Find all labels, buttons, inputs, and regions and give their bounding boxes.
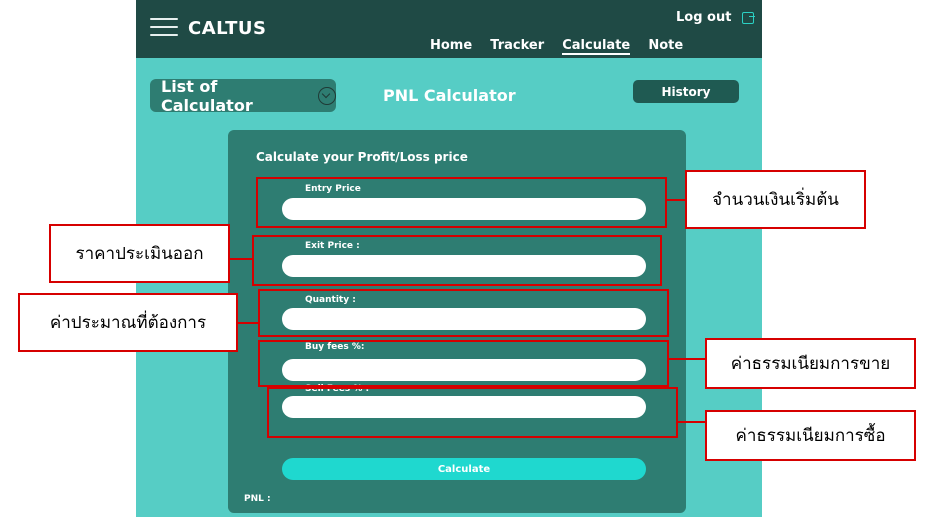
hamburger-menu-icon[interactable] (150, 18, 178, 36)
entry-annotation: จำนวนเงินเริ่มต้น (685, 170, 866, 229)
nav-calculate[interactable]: Calculate (562, 38, 631, 55)
main-nav: Home Tracker Calculate Note (430, 34, 696, 55)
quantity-connector (238, 322, 258, 324)
nav-home[interactable]: Home (430, 38, 472, 53)
nav-tracker[interactable]: Tracker (490, 38, 544, 53)
calculate-button[interactable]: Calculate (282, 458, 646, 480)
entry-connector (667, 199, 685, 201)
card-title: Calculate your Profit/Loss price (256, 150, 468, 164)
history-button[interactable]: History (633, 80, 739, 103)
logout-label: Log out (676, 10, 732, 25)
chevron-down-icon (318, 86, 336, 105)
nav-note[interactable]: Note (648, 38, 683, 53)
quantity-highlight (258, 289, 669, 337)
pnl-result-label: PNL : (244, 494, 271, 504)
quantity-annotation: ค่าประมาณที่ต้องการ (18, 293, 238, 352)
top-navbar: CALTUS Log out Home Tracker Calculate No… (136, 0, 762, 58)
exit-price-highlight (252, 235, 662, 286)
exit-annotation: ราคาประเมินออก (49, 224, 230, 283)
buy-fees-highlight (258, 340, 669, 387)
sell-fees-highlight (267, 387, 678, 438)
buy-fees-annotation: ค่าธรรมเนียมการขาย (705, 338, 916, 389)
sell-fees-annotation: ค่าธรรมเนียมการซื้อ (705, 410, 916, 461)
entry-price-highlight (256, 177, 667, 228)
list-of-calculator-label: List of Calculator (161, 76, 253, 115)
exit-connector (230, 258, 252, 260)
page-title: PNL Calculator (383, 86, 516, 105)
buy-fees-connector (669, 358, 705, 360)
list-of-calculator-dropdown[interactable]: List of Calculator (150, 76, 336, 115)
logout-button[interactable]: Log out (676, 10, 755, 25)
sell-fees-connector (678, 421, 705, 423)
app-logo: CALTUS (188, 18, 267, 39)
logout-icon (741, 11, 755, 24)
